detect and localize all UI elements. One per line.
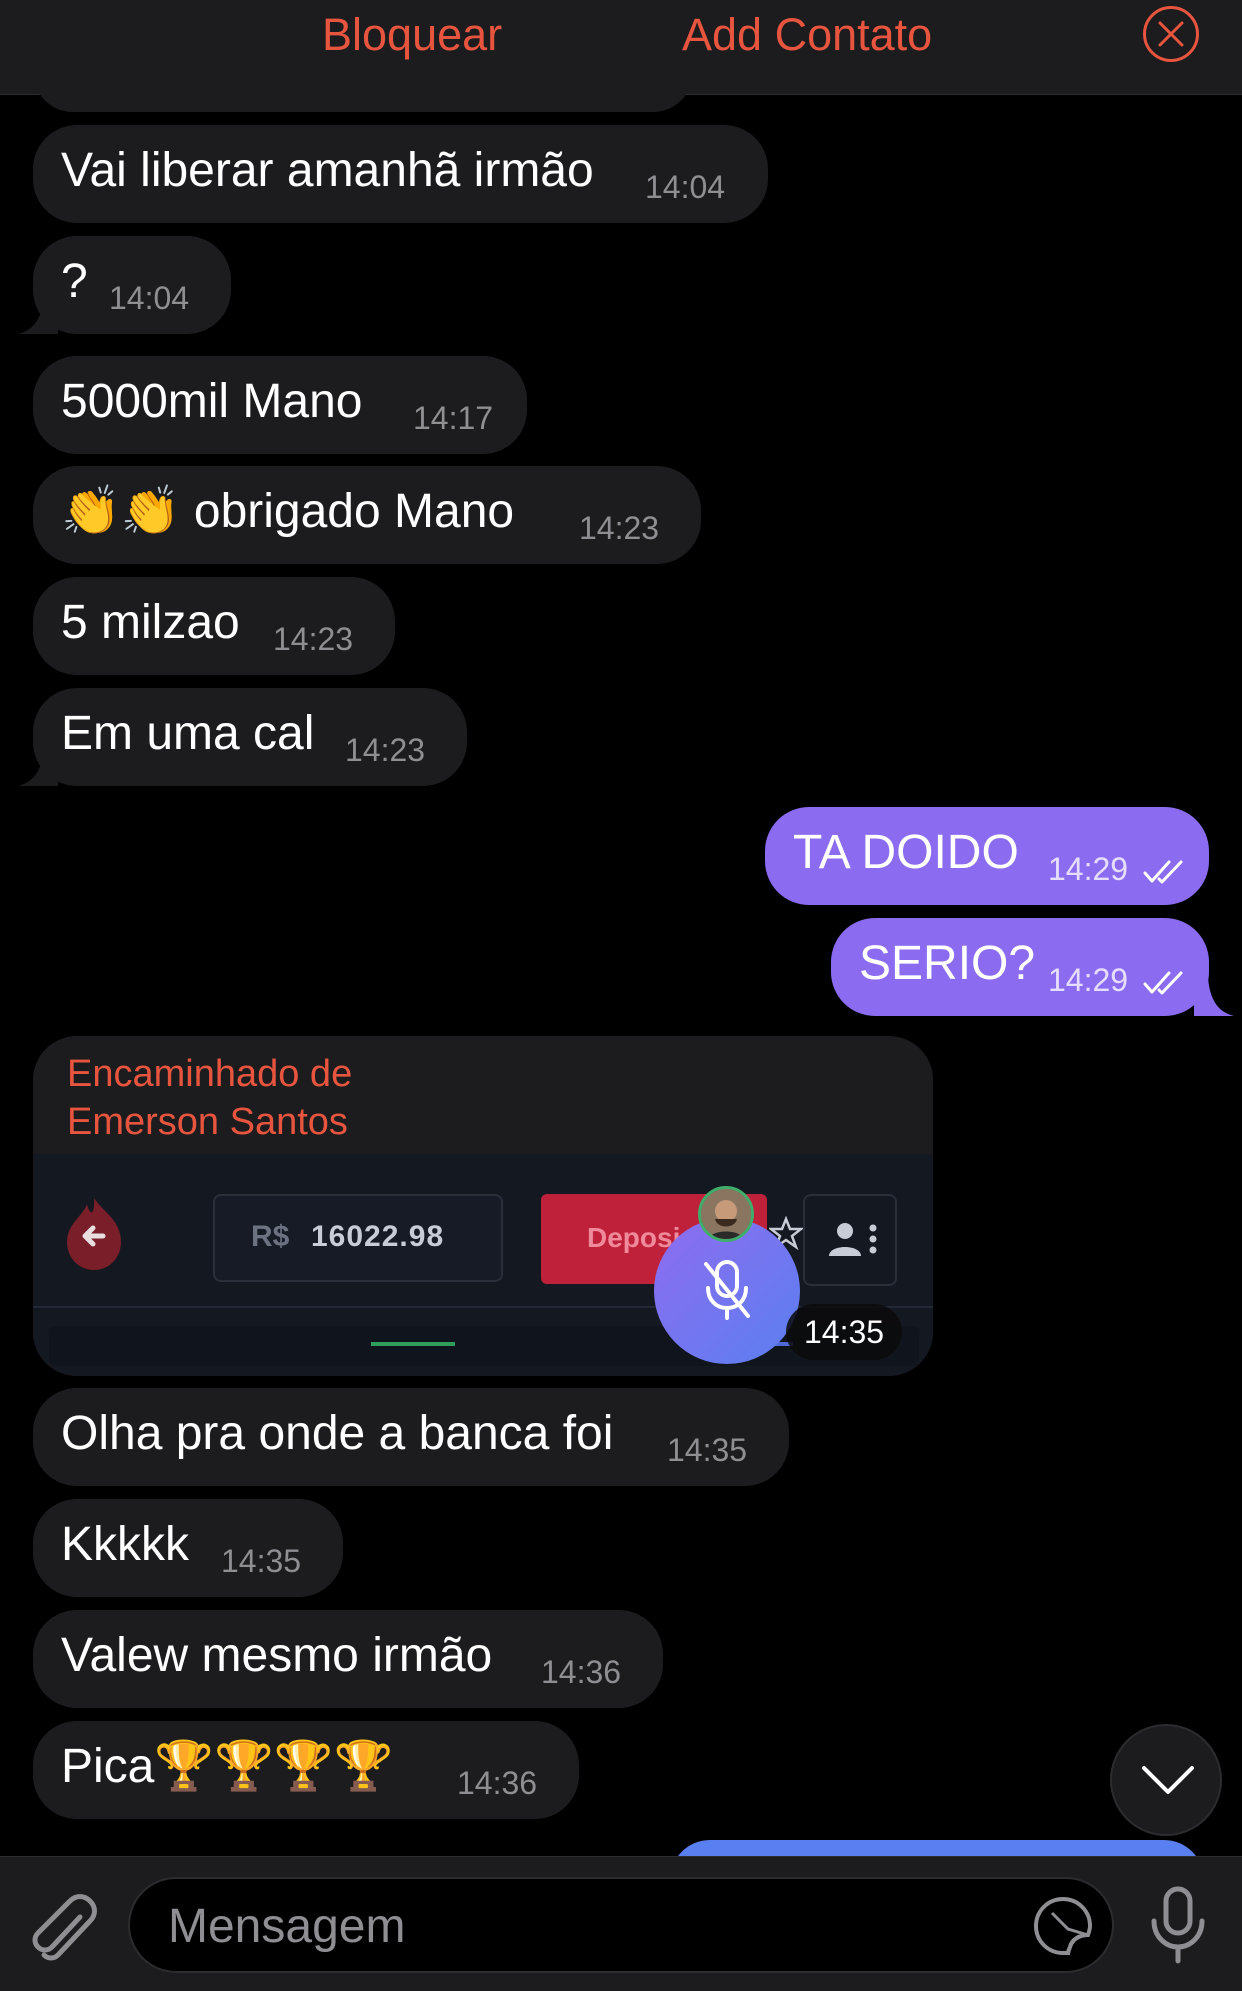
message-time: 14:23 — [345, 732, 426, 768]
balance-value: 16022.98 — [311, 1220, 445, 1253]
mic-off-icon — [704, 1260, 750, 1320]
message-bubble-partial — [33, 60, 693, 112]
message-time: 14:29 — [1048, 851, 1129, 887]
message-text: Vai liberar amanhã irmão — [61, 144, 594, 197]
user-icon — [829, 1223, 877, 1256]
message-bubble[interactable]: Olha pra onde a banca foi 14:35 — [33, 1388, 789, 1486]
flame-logo-icon — [67, 1198, 121, 1270]
message-time: 14:35 — [221, 1543, 302, 1579]
message-input[interactable] — [166, 1897, 930, 1955]
message-text: Kkkkk — [61, 1518, 190, 1571]
message-bubble[interactable]: Pica🏆🏆🏆🏆 14:36 — [33, 1721, 579, 1819]
bubble-tail — [1194, 978, 1234, 1016]
message-text: TA DOIDO — [793, 826, 1019, 879]
message-bubble[interactable]: Vai liberar amanhã irmão 14:04 — [33, 125, 768, 223]
message-text: Valew mesmo irmão — [61, 1629, 493, 1682]
double-check-icon — [1143, 971, 1183, 995]
balance-box: R$ 16022.98 — [213, 1194, 503, 1282]
paperclip-icon[interactable] — [28, 1887, 100, 1963]
message-time: 14:35 — [667, 1432, 748, 1468]
message-bubble[interactable]: 5000mil Mano 14:17 — [33, 356, 527, 454]
sticker-icon[interactable] — [1032, 1895, 1094, 1957]
message-time: 14:17 — [413, 400, 494, 436]
message-text: Pica🏆🏆🏆🏆 — [61, 1740, 394, 1793]
message-text: ? — [61, 255, 88, 308]
person-avatar-icon — [701, 1189, 751, 1239]
microphone-icon[interactable] — [1146, 1885, 1210, 1967]
scroll-to-bottom-button[interactable] — [1110, 1724, 1222, 1836]
message-text: Em uma cal — [61, 707, 315, 760]
message-text: 5 milzao — [61, 596, 240, 649]
chevron-down-icon — [1142, 1766, 1194, 1794]
message-bubble[interactable]: Valew mesmo irmão 14:36 — [33, 1610, 663, 1708]
message-field[interactable] — [128, 1877, 1114, 1973]
message-time: 14:23 — [579, 510, 660, 546]
currency-label: R$ — [251, 1220, 290, 1253]
message-text: 5000mil Mano — [61, 375, 363, 428]
message-text: SERIO? — [859, 937, 1036, 990]
forwarded-sender[interactable]: Emerson Santos — [67, 1098, 348, 1146]
message-time: 14:36 — [457, 1765, 538, 1801]
message-time: 14:04 — [645, 169, 726, 205]
message-bubble-outgoing[interactable]: SERIO? 14:29 — [831, 918, 1209, 1016]
user-menu-button — [803, 1194, 897, 1286]
close-icon[interactable] — [1143, 6, 1199, 62]
message-bubble-outgoing[interactable]: TA DOIDO 14:29 — [765, 807, 1209, 905]
message-time: 14:23 — [273, 621, 354, 657]
avatar[interactable] — [698, 1186, 754, 1242]
message-bubble[interactable]: Em uma cal 14:23 — [33, 688, 467, 786]
message-bubble[interactable]: Kkkkk 14:35 — [33, 1499, 343, 1597]
message-bubble[interactable]: 👏👏 obrigado Mano 14:23 — [33, 466, 701, 564]
message-bubble[interactable]: 5 milzao 14:23 — [33, 577, 395, 675]
message-time: 14:35 — [786, 1304, 903, 1360]
forwarded-label: Encaminhado de — [67, 1053, 353, 1095]
double-check-icon — [1143, 860, 1183, 884]
message-time: 14:04 — [109, 280, 190, 316]
add-contact-button[interactable]: Add Contato — [682, 6, 932, 64]
block-button[interactable]: Bloquear — [322, 6, 502, 64]
message-bubble[interactable]: ? 14:04 — [33, 236, 231, 334]
message-text: 👏👏 obrigado Mano — [61, 485, 515, 538]
message-time: 14:36 — [541, 1654, 622, 1690]
message-composer — [0, 1856, 1242, 1991]
bubble-tail — [18, 748, 58, 786]
message-text: Olha pra onde a banca foi — [61, 1407, 614, 1460]
bubble-tail — [18, 296, 58, 334]
message-time: 14:29 — [1048, 962, 1129, 998]
